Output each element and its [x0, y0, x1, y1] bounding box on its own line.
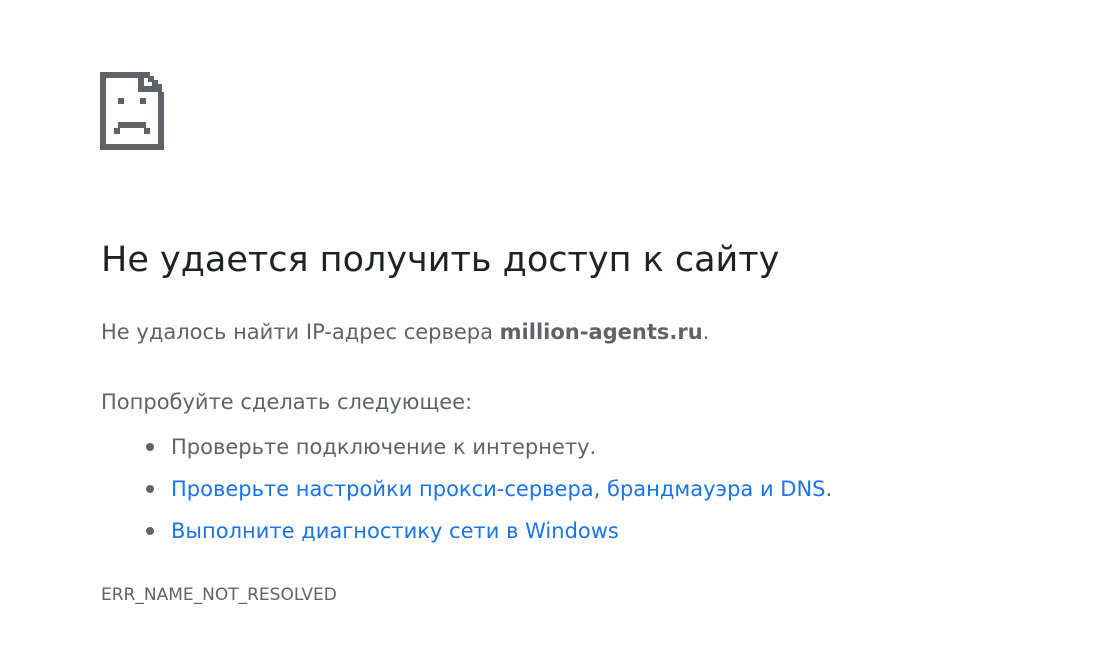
check-proxy-settings-link[interactable]: Проверьте настройки прокси-сервера, бран… — [171, 477, 826, 501]
summary-suffix: . — [702, 320, 710, 344]
sad-page-icon — [100, 72, 164, 150]
suggestions-list: Проверьте подключение к интернету. Прове… — [101, 426, 832, 552]
server-hostname: million-agents.ru — [499, 320, 703, 344]
page-title: Не удается получить доступ к сайту — [101, 240, 780, 280]
suggestion-check-connection: Проверьте подключение к интернету. — [101, 426, 832, 468]
error-code: ERR_NAME_NOT_RESOLVED — [101, 585, 337, 605]
run-network-diagnostics-link[interactable]: Выполните диагностику сети в Windows — [171, 519, 619, 543]
suggestion-network-diagnostics: Выполните диагностику сети в Windows — [101, 510, 832, 552]
bullet-dot — [146, 443, 154, 451]
summary-prefix: Не удалось найти IP-адрес сервера — [101, 320, 500, 344]
suggestion-text: Проверьте подключение к интернету. — [171, 435, 597, 459]
suggestion-suffix: . — [825, 477, 833, 501]
suggestion-check-proxy: Проверьте настройки прокси-сервера, бран… — [101, 468, 832, 510]
bullet-dot — [146, 485, 154, 493]
suggestions-heading: Попробуйте сделать следующее: — [101, 390, 473, 414]
error-summary: Не удалось найти IP-адрес сервера millio… — [101, 316, 709, 348]
bullet-dot — [146, 527, 154, 535]
